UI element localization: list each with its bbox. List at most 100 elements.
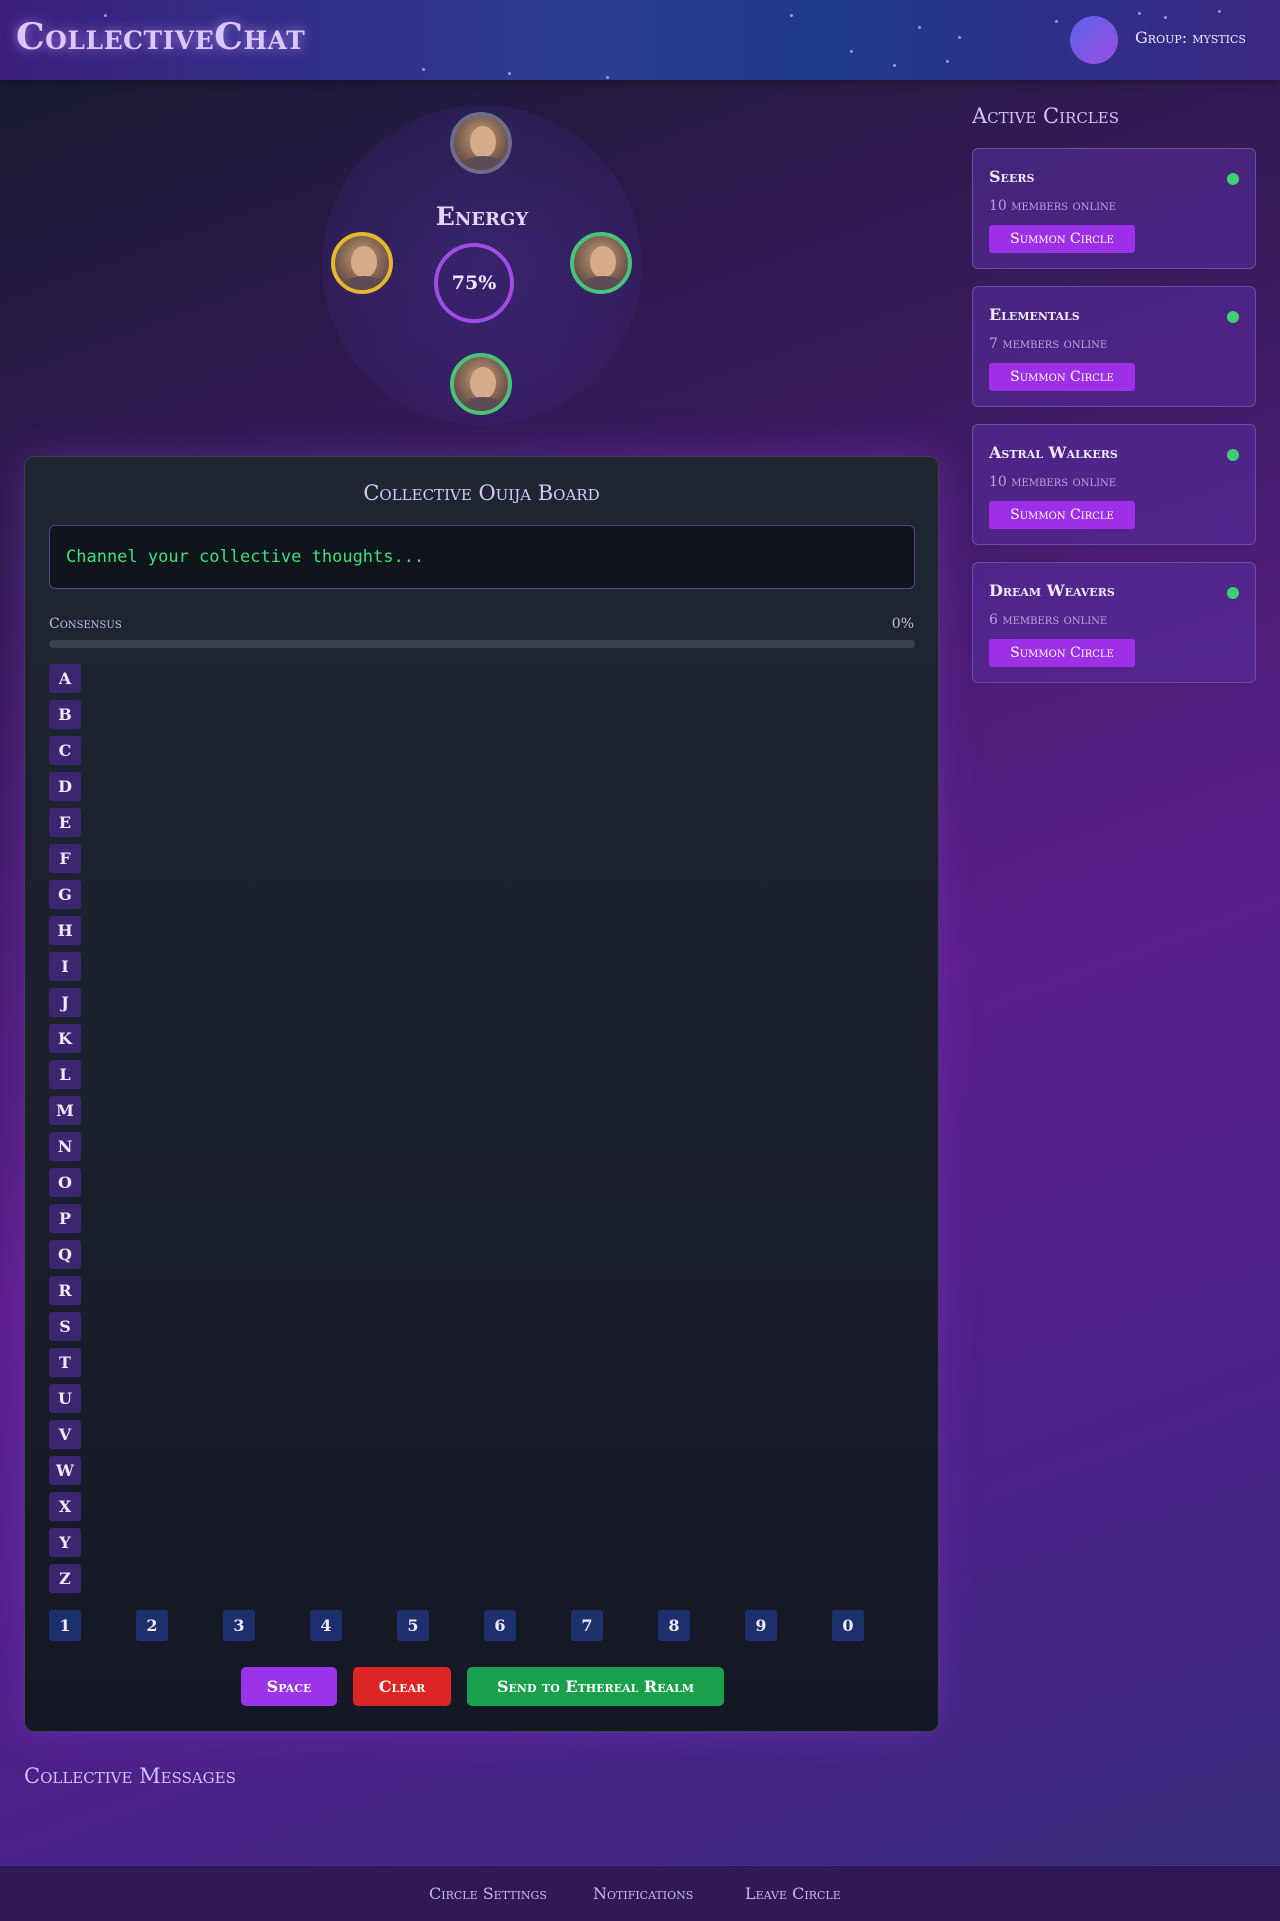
clear-button[interactable]: Clear bbox=[353, 1667, 451, 1706]
letter-key[interactable]: W bbox=[49, 1456, 81, 1485]
star-decoration bbox=[893, 64, 896, 67]
star-decoration bbox=[1138, 12, 1141, 15]
member-avatar-right[interactable] bbox=[570, 232, 632, 294]
letter-keys: ABCDEFGHIJKLMNOPQRSTUVWXYZ bbox=[49, 664, 89, 1600]
star-decoration bbox=[1164, 16, 1167, 19]
member-avatar-top[interactable] bbox=[450, 112, 512, 174]
letter-key[interactable]: Z bbox=[49, 1564, 81, 1593]
thought-input[interactable]: Channel your collective thoughts... bbox=[49, 525, 915, 589]
member-face bbox=[470, 367, 496, 399]
send-button[interactable]: Send to Ethereal Realm bbox=[467, 1667, 724, 1706]
letter-key[interactable]: J bbox=[49, 988, 81, 1017]
consensus-label: Consensus bbox=[49, 616, 122, 632]
online-status-dot bbox=[1227, 173, 1239, 185]
letter-key[interactable]: Y bbox=[49, 1528, 81, 1557]
member-face bbox=[351, 246, 377, 278]
summon-circle-button[interactable]: Summon Circle bbox=[989, 225, 1135, 253]
summon-circle-button[interactable]: Summon Circle bbox=[989, 363, 1135, 391]
summon-circle-button[interactable]: Summon Circle bbox=[989, 639, 1135, 667]
circle-settings-link[interactable]: Circle Settings bbox=[429, 1884, 547, 1903]
letter-key[interactable]: L bbox=[49, 1060, 81, 1089]
circle-name: Astral Walkers bbox=[989, 443, 1118, 462]
letter-key[interactable]: U bbox=[49, 1384, 81, 1413]
number-key[interactable]: 9 bbox=[745, 1610, 777, 1641]
star-decoration bbox=[790, 14, 793, 17]
member-avatar-bottom[interactable] bbox=[450, 353, 512, 415]
letter-key[interactable]: N bbox=[49, 1132, 81, 1161]
number-key[interactable]: 3 bbox=[223, 1610, 255, 1641]
group-label: Group: mystics bbox=[1135, 28, 1246, 47]
letter-key[interactable]: K bbox=[49, 1024, 81, 1053]
letter-key[interactable]: F bbox=[49, 844, 81, 873]
letter-key[interactable]: H bbox=[49, 916, 81, 945]
letter-key[interactable]: Q bbox=[49, 1240, 81, 1269]
circle-card-astral-walkers: Astral Walkers 10 members online Summon … bbox=[972, 424, 1256, 545]
summon-circle-button[interactable]: Summon Circle bbox=[989, 501, 1135, 529]
letter-key[interactable]: E bbox=[49, 808, 81, 837]
app-header: CollectiveChat Group: mystics bbox=[0, 0, 1280, 80]
circle-member-count: 7 members online bbox=[989, 336, 1108, 352]
online-status-dot bbox=[1227, 449, 1239, 461]
number-key[interactable]: 5 bbox=[397, 1610, 429, 1641]
thought-input-placeholder: Channel your collective thoughts... bbox=[66, 547, 425, 567]
letter-key[interactable]: B bbox=[49, 700, 81, 729]
circle-member-count: 10 members online bbox=[989, 474, 1117, 490]
star-decoration bbox=[850, 50, 853, 53]
letter-key[interactable]: M bbox=[49, 1096, 81, 1125]
star-decoration bbox=[1055, 20, 1058, 23]
number-key[interactable]: 4 bbox=[310, 1610, 342, 1641]
star-decoration bbox=[918, 26, 921, 29]
letter-key[interactable]: I bbox=[49, 952, 81, 981]
number-keys: 1 2 3 4 5 6 7 8 9 0 bbox=[49, 1610, 915, 1641]
online-status-dot bbox=[1227, 587, 1239, 599]
footer-nav: Circle Settings Notifications Leave Circ… bbox=[0, 1865, 1280, 1921]
board-title: Collective Ouija Board bbox=[363, 481, 600, 505]
number-key[interactable]: 0 bbox=[832, 1610, 864, 1641]
letter-key[interactable]: G bbox=[49, 880, 81, 909]
member-avatar-left[interactable] bbox=[331, 232, 393, 294]
letter-key[interactable]: R bbox=[49, 1276, 81, 1305]
collective-messages-title: Collective Messages bbox=[24, 1764, 236, 1788]
number-key[interactable]: 1 bbox=[49, 1610, 81, 1641]
energy-value: 75% bbox=[451, 272, 497, 294]
star-decoration bbox=[422, 68, 425, 71]
user-avatar[interactable] bbox=[1070, 16, 1118, 64]
energy-meter: 75% bbox=[434, 243, 514, 323]
number-key[interactable]: 2 bbox=[136, 1610, 168, 1641]
active-circles-title: Active Circles bbox=[972, 104, 1119, 128]
consensus-value: 0% bbox=[891, 616, 914, 632]
letter-key[interactable]: X bbox=[49, 1492, 81, 1521]
star-decoration bbox=[606, 76, 609, 79]
circle-name: Elementals bbox=[989, 305, 1080, 324]
number-key[interactable]: 7 bbox=[571, 1610, 603, 1641]
ouija-board: Collective Ouija Board Channel your coll… bbox=[24, 456, 939, 1732]
star-decoration bbox=[1218, 10, 1221, 13]
number-key[interactable]: 6 bbox=[484, 1610, 516, 1641]
space-button[interactable]: Space bbox=[241, 1667, 337, 1706]
consensus-progress-bar bbox=[49, 640, 915, 648]
letter-key[interactable]: P bbox=[49, 1204, 81, 1233]
online-status-dot bbox=[1227, 311, 1239, 323]
energy-title: Energy bbox=[435, 202, 529, 231]
letter-key[interactable]: A bbox=[49, 664, 81, 693]
circle-name: Dream Weavers bbox=[989, 581, 1115, 600]
letter-key[interactable]: V bbox=[49, 1420, 81, 1449]
star-decoration bbox=[508, 72, 511, 75]
circle-card-dream-weavers: Dream Weavers 6 members online Summon Ci… bbox=[972, 562, 1256, 683]
member-face bbox=[590, 246, 616, 278]
letter-key[interactable]: O bbox=[49, 1168, 81, 1197]
board-actions: Space Clear Send to Ethereal Realm bbox=[25, 1667, 938, 1707]
star-decoration bbox=[946, 60, 949, 63]
letter-key[interactable]: D bbox=[49, 772, 81, 801]
leave-circle-link[interactable]: Leave Circle bbox=[745, 1884, 841, 1903]
member-face bbox=[470, 126, 496, 158]
letter-key[interactable]: S bbox=[49, 1312, 81, 1341]
letter-key[interactable]: C bbox=[49, 736, 81, 765]
circle-member-count: 10 members online bbox=[989, 198, 1117, 214]
number-key[interactable]: 8 bbox=[658, 1610, 690, 1641]
letter-key[interactable]: T bbox=[49, 1348, 81, 1377]
app-logo[interactable]: CollectiveChat bbox=[16, 16, 305, 58]
circle-name: Seers bbox=[989, 167, 1035, 186]
notifications-link[interactable]: Notifications bbox=[593, 1884, 693, 1903]
circle-card-elementals: Elementals 7 members online Summon Circl… bbox=[972, 286, 1256, 407]
